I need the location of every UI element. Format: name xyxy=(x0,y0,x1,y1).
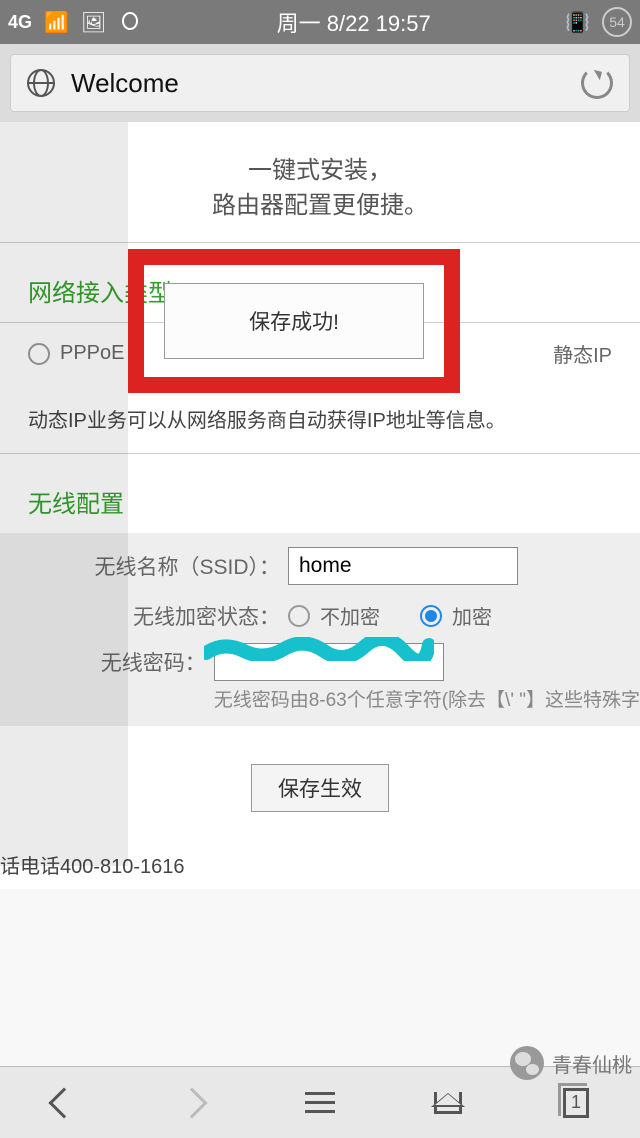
password-hint: 无线密码由8-63个任意字符(除去【\' "】这些特殊字 xyxy=(214,685,640,712)
radio-static-ip[interactable]: 静态IP xyxy=(553,339,612,368)
status-bar: 4G 📶 🖼 周一 8/22 19:57 📳 54 xyxy=(0,0,640,44)
description-text: 动态IP业务可以从网络服务商自动获得IP地址等信息。 xyxy=(0,384,640,454)
save-button[interactable]: 保存生效 xyxy=(251,764,389,812)
radio-encrypt[interactable]: 加密 xyxy=(420,601,492,630)
signal-icon: 📶 xyxy=(44,10,69,35)
encrypt-label: 无线加密状态： xyxy=(28,597,288,631)
nav-home-button[interactable] xyxy=(430,1085,466,1121)
nav-forward-button[interactable] xyxy=(174,1085,210,1121)
radio-no-encrypt[interactable]: 不加密 xyxy=(288,601,380,630)
vibrate-icon: 📳 xyxy=(565,10,590,35)
wechat-icon xyxy=(510,1046,544,1080)
radio-icon xyxy=(28,343,50,365)
ssid-label: 无线名称（SSID）： xyxy=(28,547,288,581)
page-title: Welcome xyxy=(71,68,565,99)
radio-icon xyxy=(288,605,310,627)
redaction-scribble xyxy=(204,637,434,661)
url-bar[interactable]: Welcome xyxy=(10,54,630,112)
qq-icon xyxy=(118,10,142,34)
support-phone: 话电话400-810-1616 xyxy=(0,850,640,889)
header-text: 一键式安装， 路由器配置更便捷。 xyxy=(0,122,640,243)
highlight-box: 保存成功! xyxy=(128,249,460,393)
nav-back-button[interactable] xyxy=(46,1085,82,1121)
nav-menu-button[interactable] xyxy=(302,1085,338,1121)
password-label: 无线密码： xyxy=(28,643,214,677)
battery-indicator: 54 xyxy=(602,7,632,37)
image-icon: 🖼 xyxy=(81,10,106,35)
page-content: 一键式安装， 路由器配置更便捷。 网络接入类型 保存成功! PPPoE 静态IP… xyxy=(0,122,640,889)
success-dialog: 保存成功! xyxy=(164,283,424,359)
radio-icon xyxy=(420,605,442,627)
section-wifi: 无线配置 xyxy=(0,454,640,533)
network-indicator: 4G xyxy=(8,12,32,33)
watermark: 青春仙桃 xyxy=(510,1046,632,1080)
reload-icon[interactable] xyxy=(581,67,613,99)
globe-icon xyxy=(27,69,55,97)
nav-tabs-button[interactable]: 1 xyxy=(558,1085,594,1121)
ssid-input[interactable] xyxy=(288,547,518,585)
browser-chrome: Welcome xyxy=(0,44,640,122)
radio-pppoe[interactable]: PPPoE xyxy=(28,342,124,365)
status-datetime: 周一 8/22 19:57 xyxy=(277,6,431,38)
